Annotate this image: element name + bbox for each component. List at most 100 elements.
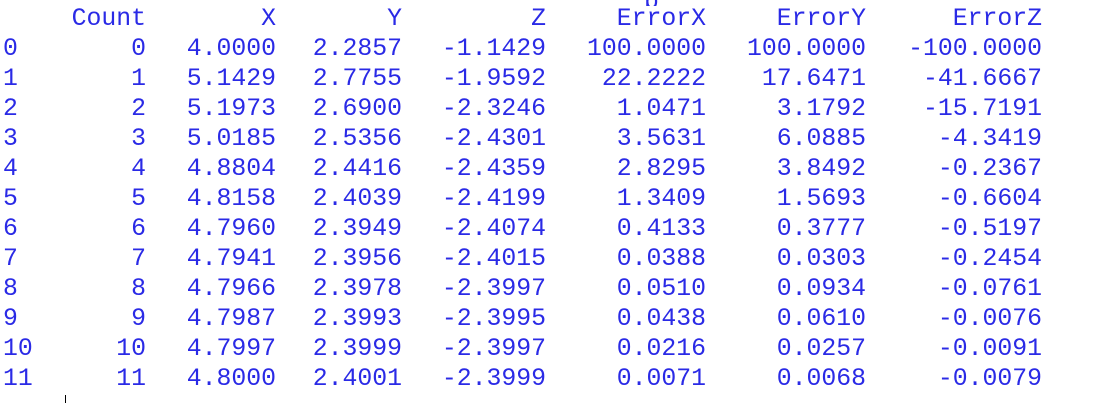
- table-row: 10 10 4.7997 2.3999 -2.3997 0.0216 0.0257 -0.00…: [0, 334, 1100, 364]
- cell-x: 4.7966: [186, 275, 276, 303]
- column-header-errorx: ErrorX: [616, 5, 706, 33]
- cell-errorz: -0.2367: [937, 155, 1042, 183]
- cell-z: -2.4301: [441, 125, 546, 153]
- cell-z: -2.4074: [441, 215, 546, 243]
- cell-errorz: -0.0079: [937, 365, 1042, 393]
- cell-y: 2.3956: [312, 245, 402, 273]
- cell-errory: 0.3777: [776, 215, 866, 243]
- row-index: 9: [3, 305, 18, 333]
- column-header-x: X: [261, 5, 276, 33]
- cell-count: 0: [131, 35, 146, 63]
- cell-errorx: 1.3409: [616, 185, 706, 213]
- cell-errorx: 22.2222: [601, 65, 706, 93]
- cell-x: 4.8804: [186, 155, 276, 183]
- cell-x: 4.0000: [186, 35, 276, 63]
- cell-count: 2: [131, 95, 146, 123]
- cell-errorx: 0.0510: [616, 275, 706, 303]
- cell-z: -2.3246: [441, 95, 546, 123]
- cell-y: 2.3978: [312, 275, 402, 303]
- cell-errorz: -15.7191: [922, 95, 1042, 123]
- table-row: 9 9 4.7987 2.3993 -2.3995 0.0438 0.0610 -0.0076: [0, 304, 1100, 334]
- cell-z: -2.3997: [441, 275, 546, 303]
- cell-y: 2.2857: [312, 35, 402, 63]
- cell-errorz: -0.0076: [937, 305, 1042, 333]
- cell-errorx: 0.0216: [616, 335, 706, 363]
- cell-x: 4.8000: [186, 365, 276, 393]
- cell-y: 2.3999: [312, 335, 402, 363]
- table-row: 3 3 5.0185 2.5356 -2.4301 3.5631 6.0885 -4.3419: [0, 124, 1100, 154]
- cell-errory: 0.0610: [776, 305, 866, 333]
- column-header-errory: ErrorY: [776, 5, 866, 33]
- cell-z: -1.1429: [441, 35, 546, 63]
- cell-z: -2.4015: [441, 245, 546, 273]
- cell-count: 10: [116, 335, 146, 363]
- cell-errorz: -4.3419: [937, 125, 1042, 153]
- row-index: 0: [3, 35, 18, 63]
- cell-z: -1.9592: [441, 65, 546, 93]
- cell-count: 1: [131, 65, 146, 93]
- cell-errory: 100.0000: [746, 35, 866, 63]
- cell-errory: 1.5693: [776, 185, 866, 213]
- row-index: 10: [3, 335, 33, 363]
- cell-count: 4: [131, 155, 146, 183]
- table-row: 11 11 4.8000 2.4001 -2.3999 0.0071 0.0068 -0.00…: [0, 364, 1100, 394]
- table-row: 0 0 4.0000 2.2857 -1.1429 100.0000 100.0000 -10…: [0, 34, 1100, 64]
- cell-count: 7: [131, 245, 146, 273]
- cell-count: 6: [131, 215, 146, 243]
- table-row: 8 8 4.7966 2.3978 -2.3997 0.0510 0.0934 -0.0761: [0, 274, 1100, 304]
- cell-errorx: 1.0471: [616, 95, 706, 123]
- cell-errorz: -0.2454: [937, 245, 1042, 273]
- row-index: 3: [3, 125, 18, 153]
- row-index: 6: [3, 215, 18, 243]
- cell-y: 2.6900: [312, 95, 402, 123]
- cell-x: 4.7987: [186, 305, 276, 333]
- cell-z: -2.4199: [441, 185, 546, 213]
- cell-y: 2.5356: [312, 125, 402, 153]
- cell-errorx: 2.8295: [616, 155, 706, 183]
- cell-y: 2.4039: [312, 185, 402, 213]
- cell-y: 2.4416: [312, 155, 402, 183]
- table-row: 6 6 4.7960 2.3949 -2.4074 0.4133 0.3777 -0.5197: [0, 214, 1100, 244]
- cell-x: 5.0185: [186, 125, 276, 153]
- cell-z: -2.3997: [441, 335, 546, 363]
- cell-errorx: 0.0071: [616, 365, 706, 393]
- cell-errory: 0.0303: [776, 245, 866, 273]
- cell-errory: 17.6471: [761, 65, 866, 93]
- cell-count: 3: [131, 125, 146, 153]
- cell-count: 5: [131, 185, 146, 213]
- cell-z: -2.4359: [441, 155, 546, 183]
- column-header-errorz: ErrorZ: [952, 5, 1042, 33]
- cell-x: 4.7960: [186, 215, 276, 243]
- cell-errory: 6.0885: [776, 125, 866, 153]
- cell-errorx: 100.0000: [586, 35, 706, 63]
- console-output: p Count X Y Z ErrorX ErrorY ErrorZ 004.0…: [0, 0, 1100, 394]
- cell-errorx: 0.0388: [616, 245, 706, 273]
- row-index: 2: [3, 95, 18, 123]
- cell-errory: 0.0257: [776, 335, 866, 363]
- table-row: 5 5 4.8158 2.4039 -2.4199 1.3409 1.5693 -0.6604: [0, 184, 1100, 214]
- cell-count: 8: [131, 275, 146, 303]
- cell-y: 2.3993: [312, 305, 402, 333]
- table-row: 4 4 4.8804 2.4416 -2.4359 2.8295 3.8492 -0.2367: [0, 154, 1100, 184]
- cell-count: 11: [116, 365, 146, 393]
- cell-errorx: 0.4133: [616, 215, 706, 243]
- table-row: 1 1 5.1429 2.7755 -1.9592 22.2222 17.6471 -41.6…: [0, 64, 1100, 94]
- cell-x: 4.7997: [186, 335, 276, 363]
- column-header-z: Z: [531, 5, 546, 33]
- row-index: 11: [3, 365, 33, 393]
- text-cursor[interactable]: [65, 395, 66, 403]
- cell-errorz: -0.5197: [937, 215, 1042, 243]
- cell-y: 2.4001: [312, 365, 402, 393]
- row-index: 1: [3, 65, 18, 93]
- cell-x: 4.7941: [186, 245, 276, 273]
- row-index: 4: [3, 155, 18, 183]
- cell-errorz: -100.0000: [908, 35, 1042, 63]
- cell-x: 4.8158: [186, 185, 276, 213]
- cell-errory: 3.8492: [776, 155, 866, 183]
- row-index: 7: [3, 245, 18, 273]
- cell-z: -2.3995: [441, 305, 546, 333]
- cell-errorz: -0.0091: [937, 335, 1042, 363]
- cell-errorz: -0.0761: [937, 275, 1042, 303]
- cell-errorx: 0.0438: [616, 305, 706, 333]
- cell-errorz: -41.6667: [922, 65, 1042, 93]
